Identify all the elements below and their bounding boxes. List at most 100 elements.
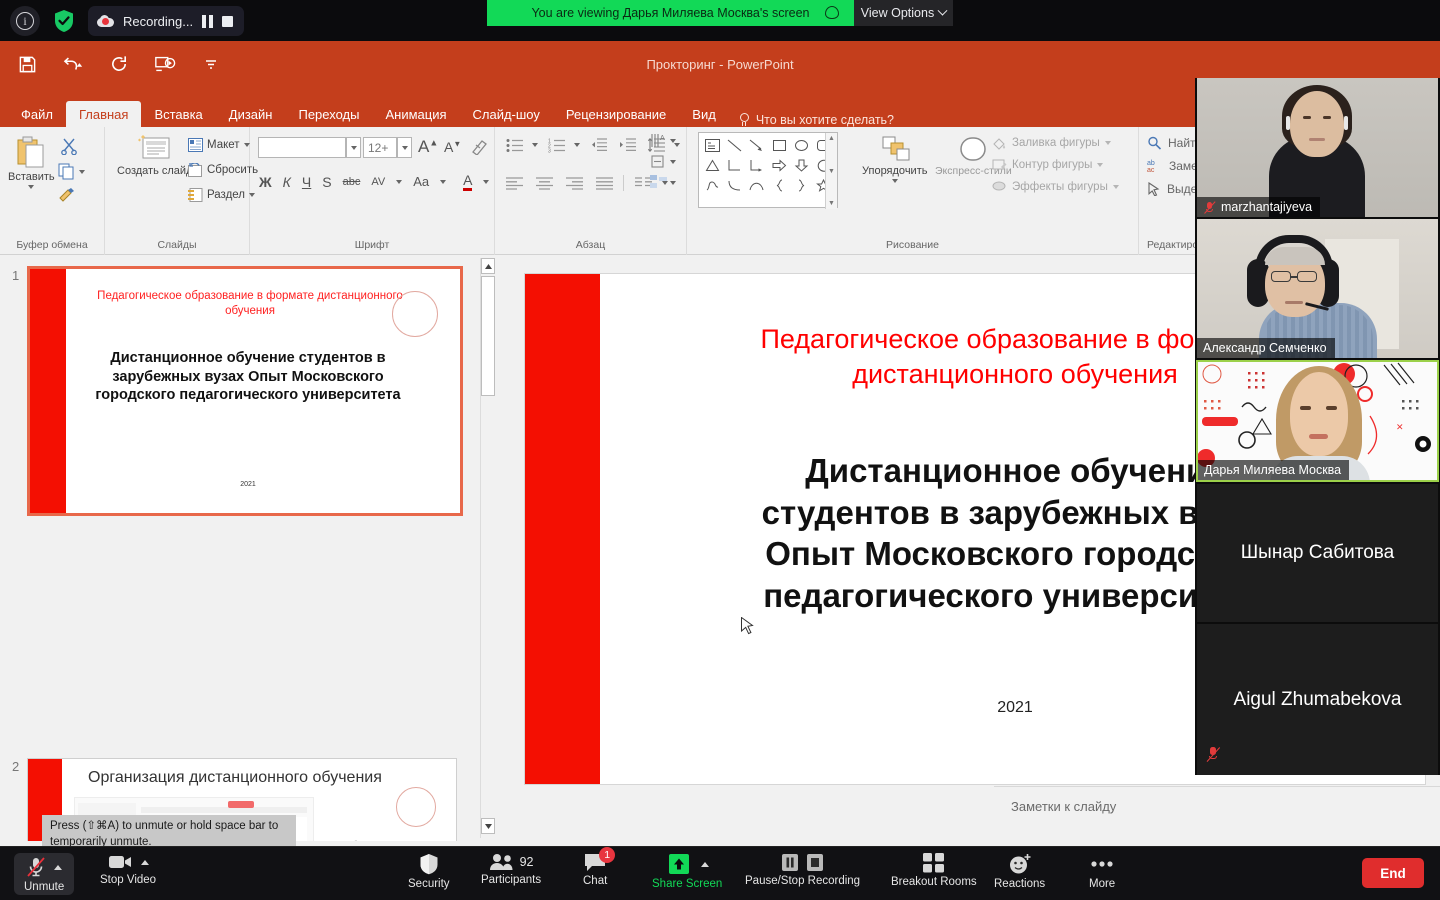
stop-icon[interactable]	[222, 16, 233, 27]
video-tile-semchenko[interactable]: Александр Семченко	[1197, 219, 1438, 358]
tab-slideshow[interactable]: Слайд-шоу	[460, 101, 553, 127]
shape-line-icon[interactable]	[723, 135, 745, 155]
shape-outline-button[interactable]: Контур фигуры	[992, 158, 1119, 172]
align-text-button[interactable]	[650, 154, 676, 169]
shape-fill-button[interactable]: Заливка фигуры	[992, 136, 1119, 150]
text-shadow-button[interactable]: S	[322, 174, 331, 190]
video-tile-aigul-zhumabekova[interactable]: Aigul Zhumabekova	[1197, 624, 1438, 775]
chevron-down-icon[interactable]	[1105, 141, 1111, 145]
font-size-dropdown[interactable]	[397, 137, 412, 158]
italic-button[interactable]: К	[283, 174, 291, 190]
bold-button[interactable]: Ж	[259, 174, 272, 190]
video-tile-dariya-milyaeva[interactable]: ✕ Дарья Миляева Москва	[1196, 360, 1439, 482]
shapes-gallery[interactable]: ▲ ▼ ▼	[698, 132, 838, 208]
shapes-more[interactable]: ▼	[828, 200, 835, 207]
chevron-down-icon[interactable]	[1097, 163, 1103, 167]
video-options-caret[interactable]	[141, 860, 149, 865]
decrease-indent-button[interactable]	[587, 135, 609, 155]
chevron-down-icon[interactable]	[396, 180, 402, 184]
shape-arrow-icon[interactable]	[746, 135, 768, 155]
format-painter-button[interactable]	[58, 187, 76, 208]
font-name-input[interactable]	[258, 137, 346, 158]
character-spacing-button[interactable]: AV	[371, 176, 385, 188]
view-options-button[interactable]: View Options	[854, 0, 953, 26]
thumbnail-scroll-down-button[interactable]	[481, 818, 495, 834]
arrange-button[interactable]: Упорядочить	[862, 135, 927, 183]
reset-button[interactable]: Сбросить	[188, 163, 258, 177]
change-case-button[interactable]: Aa	[413, 174, 429, 189]
audio-options-caret[interactable]	[54, 865, 62, 870]
chevron-down-icon[interactable]	[79, 170, 85, 174]
underline-button[interactable]: Ч	[302, 174, 311, 190]
increase-font-size-button[interactable]: A▲	[418, 137, 438, 157]
video-tile-shynar-sabitova[interactable]: Шынар Сабитова	[1197, 484, 1438, 622]
shape-down-arrow-icon[interactable]	[790, 155, 812, 175]
new-slide-button[interactable]: Создать слайд	[117, 135, 192, 178]
paste-button[interactable]: Вставить	[8, 135, 55, 189]
end-meeting-button[interactable]: End	[1362, 858, 1424, 888]
chevron-down-icon[interactable]	[574, 143, 580, 147]
text-direction-button[interactable]: A	[650, 133, 676, 148]
tab-review[interactable]: Рецензирование	[553, 101, 679, 127]
chat-button[interactable]: 1 Chat	[583, 853, 607, 887]
chevron-down-icon[interactable]	[440, 180, 446, 184]
tab-transitions[interactable]: Переходы	[285, 101, 372, 127]
video-tile-marzhantajiyeva[interactable]: marzhantajiyeva	[1197, 78, 1438, 217]
align-right-button[interactable]	[563, 173, 585, 193]
recording-indicator[interactable]: Recording...	[88, 6, 244, 36]
shape-elbow-arrow-icon[interactable]	[746, 155, 768, 175]
shape-triangle-icon[interactable]	[701, 155, 723, 175]
tab-insert[interactable]: Вставка	[141, 101, 215, 127]
decrease-font-size-button[interactable]: A▼	[444, 139, 461, 155]
chevron-down-icon[interactable]	[244, 143, 250, 147]
tab-design[interactable]: Дизайн	[216, 101, 286, 127]
unmute-button[interactable]: Unmute	[14, 853, 74, 895]
shape-curve-icon[interactable]	[723, 175, 745, 195]
font-name-dropdown[interactable]	[346, 137, 361, 158]
shape-right-arrow-icon[interactable]	[768, 155, 790, 175]
encryption-shield-button[interactable]	[49, 6, 79, 36]
increase-indent-button[interactable]	[616, 135, 638, 155]
participants-button[interactable]: 92 Participants	[481, 853, 541, 886]
reactions-button[interactable]: Reactions	[994, 853, 1045, 890]
security-button[interactable]: Security	[408, 853, 450, 890]
stop-video-button[interactable]: Stop Video	[100, 853, 156, 886]
thumbnail-scroll-up-button[interactable]	[481, 258, 495, 274]
shapes-scroll-up[interactable]: ▲	[828, 135, 835, 142]
cut-button[interactable]	[60, 137, 78, 160]
shape-elbow-connector-icon[interactable]	[723, 155, 745, 175]
share-options-caret[interactable]	[701, 862, 709, 867]
shape-right-brace-icon[interactable]	[790, 175, 812, 195]
layout-button[interactable]: Макет	[188, 138, 250, 152]
breakout-rooms-button[interactable]: Breakout Rooms	[891, 853, 977, 888]
thumbnail-scrollbar[interactable]	[480, 258, 494, 838]
meeting-info-button[interactable]: i	[10, 6, 40, 36]
font-size-input[interactable]: 12+	[363, 137, 397, 158]
chevron-down-icon[interactable]	[892, 179, 898, 183]
clear-formatting-button[interactable]	[470, 139, 487, 160]
shapes-scroll-down[interactable]: ▼	[828, 168, 835, 175]
thumbnail-scroll-thumb[interactable]	[481, 276, 495, 396]
pause-stop-recording-button[interactable]: Pause/Stop Recording	[745, 853, 860, 887]
slide-thumbnail-panel[interactable]: 1 Педагогическое образование в формате д…	[0, 256, 497, 841]
convert-to-smartart-button[interactable]	[650, 175, 676, 190]
tell-me-search[interactable]: Что вы хотите сделать?	[729, 113, 894, 127]
shape-textbox-icon[interactable]	[701, 135, 723, 155]
font-name-combo[interactable]	[258, 137, 361, 158]
notes-pane[interactable]: Заметки к слайду	[994, 786, 1440, 841]
slide-thumbnail-1[interactable]: Педагогическое образование в формате дис…	[27, 266, 463, 516]
chevron-down-icon[interactable]	[483, 180, 489, 184]
numbering-button[interactable]: 123	[545, 135, 567, 155]
chevron-down-icon[interactable]	[28, 185, 34, 189]
align-left-button[interactable]	[503, 173, 525, 193]
copy-button[interactable]	[58, 163, 85, 180]
strikethrough-button[interactable]: abc	[343, 176, 361, 188]
tab-animations[interactable]: Анимация	[372, 101, 459, 127]
shape-oval-icon[interactable]	[790, 135, 812, 155]
tab-home[interactable]: Главная	[66, 101, 141, 127]
font-size-combo[interactable]: 12+	[363, 137, 412, 158]
share-screen-button[interactable]: Share Screen	[652, 853, 722, 890]
bullets-button[interactable]	[503, 135, 525, 155]
tab-view[interactable]: Вид	[679, 101, 729, 127]
section-button[interactable]: Раздел	[188, 188, 255, 202]
